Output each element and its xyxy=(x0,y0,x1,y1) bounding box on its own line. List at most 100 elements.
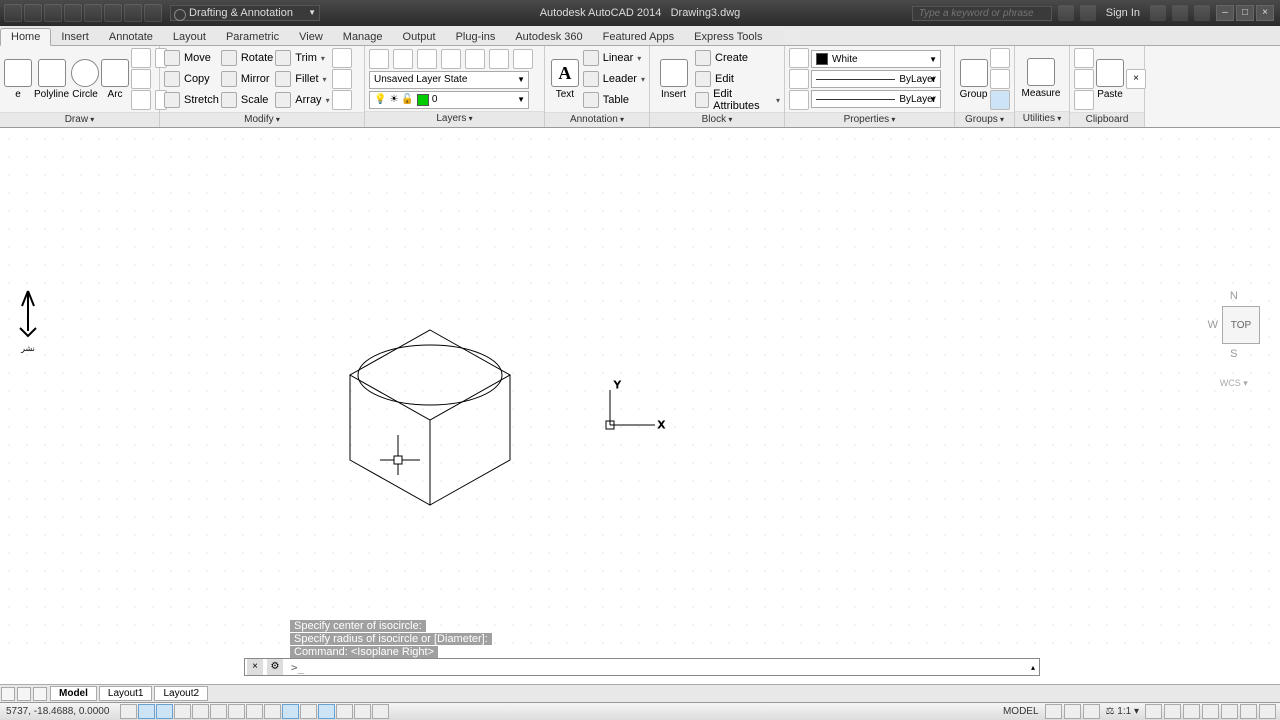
sb-lwt-icon[interactable] xyxy=(300,704,317,719)
app-menu-icon[interactable] xyxy=(4,4,22,22)
print-icon[interactable] xyxy=(104,4,122,22)
tab-model[interactable]: Model xyxy=(50,686,97,701)
sb-ducs-icon[interactable] xyxy=(264,704,281,719)
move-button[interactable]: Move xyxy=(164,48,219,68)
scale-label[interactable]: ⚖ 1:1 ▾ xyxy=(1102,706,1143,717)
create-button[interactable]: Create xyxy=(695,48,780,68)
linetype-dropdown[interactable]: ByLayer xyxy=(811,90,941,108)
erase-icon[interactable] xyxy=(332,48,352,68)
cmd-opts-icon[interactable]: ⚙ xyxy=(267,659,283,675)
tab-plugins[interactable]: Plug-ins xyxy=(446,29,506,45)
panel-title-block[interactable]: Block xyxy=(650,112,784,127)
viewcube[interactable]: N W TOP S WCS ▾ xyxy=(1208,290,1260,389)
command-bar[interactable]: × ⚙ >_ xyxy=(244,658,1040,676)
array-button[interactable]: Array▾ xyxy=(275,90,329,110)
tab-expresstools[interactable]: Express Tools xyxy=(684,29,772,45)
insert-button[interactable]: Insert xyxy=(654,49,693,109)
sb-sc-icon[interactable] xyxy=(354,704,371,719)
color-dropdown[interactable]: White xyxy=(811,50,941,68)
tab-output[interactable]: Output xyxy=(393,29,446,45)
sb-tpy-icon[interactable] xyxy=(318,704,335,719)
tab-autodesk360[interactable]: Autodesk 360 xyxy=(505,29,592,45)
lineweight-dropdown[interactable]: ByLayer xyxy=(811,70,941,88)
sb-ortho-icon[interactable] xyxy=(174,704,191,719)
layer-prop-icon[interactable] xyxy=(369,49,389,69)
close-button[interactable]: × xyxy=(1256,5,1274,21)
tab-home[interactable]: Home xyxy=(0,28,51,46)
layer-freeze-icon[interactable] xyxy=(417,49,437,69)
panel-title-utilities[interactable]: Utilities xyxy=(1015,111,1069,127)
sb-snap-icon[interactable] xyxy=(138,704,155,719)
layer-prev-icon[interactable] xyxy=(513,49,533,69)
lt-prev-icon[interactable] xyxy=(17,687,31,701)
stretch-button[interactable]: Stretch xyxy=(164,90,219,110)
panel-title-modify[interactable]: Modify xyxy=(160,112,364,127)
measure-button[interactable]: Measure xyxy=(1019,49,1063,109)
arc-button[interactable]: Arc xyxy=(101,49,129,109)
table-button[interactable]: Table xyxy=(583,90,645,110)
sb-am-icon[interactable] xyxy=(372,704,389,719)
paste-clip-icon[interactable] xyxy=(1074,90,1094,110)
undo-icon[interactable] xyxy=(124,4,142,22)
minimize-button[interactable]: – xyxy=(1216,5,1234,21)
sb-3dosnap-icon[interactable] xyxy=(228,704,245,719)
rotate-button[interactable]: Rotate xyxy=(221,48,273,68)
linear-button[interactable]: Linear▾ xyxy=(583,48,645,68)
edit-button[interactable]: Edit xyxy=(695,69,780,89)
panel-title-properties[interactable]: Properties xyxy=(785,112,954,127)
new-icon[interactable] xyxy=(24,4,42,22)
help-icon[interactable] xyxy=(1194,5,1210,21)
lt-next-icon[interactable] xyxy=(33,687,47,701)
user-icon[interactable] xyxy=(1080,5,1096,21)
prop-icon[interactable] xyxy=(789,90,809,110)
signin-link[interactable]: Sign In xyxy=(1102,7,1144,19)
sb-r5-icon[interactable] xyxy=(1221,704,1238,719)
stayconnected-icon[interactable] xyxy=(1172,5,1188,21)
copy-button[interactable]: Copy xyxy=(164,69,219,89)
search-input[interactable] xyxy=(912,6,1052,21)
viewcube-top[interactable]: TOP xyxy=(1222,306,1260,344)
layer-current-dropdown[interactable]: 💡 ☀ 🔓 0 xyxy=(369,91,529,109)
panel-title-draw[interactable]: Draw xyxy=(0,112,159,127)
tab-layout2[interactable]: Layout2 xyxy=(154,686,208,701)
viewcube-wcs[interactable]: WCS ▾ xyxy=(1208,378,1260,389)
panel-title-groups[interactable]: Groups xyxy=(955,112,1014,127)
paste-button[interactable]: Paste xyxy=(1096,49,1124,109)
list-icon[interactable] xyxy=(789,69,809,89)
leader-button[interactable]: Leader▾ xyxy=(583,69,645,89)
cut-icon[interactable] xyxy=(1074,48,1094,68)
trim-button[interactable]: Trim▾ xyxy=(275,48,329,68)
sb-r2-icon[interactable] xyxy=(1164,704,1181,719)
match-prop-icon[interactable] xyxy=(789,48,809,68)
workspace-dropdown[interactable]: Drafting & Annotation xyxy=(170,5,320,21)
ungroup-icon[interactable] xyxy=(990,48,1010,68)
tab-insert[interactable]: Insert xyxy=(51,29,99,45)
sb-tray-icon[interactable] xyxy=(1259,704,1276,719)
sb-r6-icon[interactable] xyxy=(1240,704,1257,719)
sb-qp-icon[interactable] xyxy=(336,704,353,719)
sb-infer-icon[interactable] xyxy=(120,704,137,719)
groupsel-icon[interactable] xyxy=(990,90,1010,110)
tab-featuredapps[interactable]: Featured Apps xyxy=(593,29,685,45)
sb-otrack-icon[interactable] xyxy=(246,704,263,719)
layer-match-icon[interactable] xyxy=(489,49,509,69)
panel-title-layers[interactable]: Layers xyxy=(365,111,544,127)
group-button[interactable]: Group xyxy=(959,49,988,109)
tab-parametric[interactable]: Parametric xyxy=(216,29,289,45)
layer-iso-icon[interactable] xyxy=(465,49,485,69)
tab-view[interactable]: View xyxy=(289,29,333,45)
explode-icon[interactable] xyxy=(332,69,352,89)
groupedit-icon[interactable] xyxy=(990,69,1010,89)
cmd-close-icon[interactable]: × xyxy=(247,659,263,675)
text-button[interactable]: AText xyxy=(549,49,581,109)
ribbon-extras-icon[interactable] xyxy=(784,29,800,45)
tab-annotate[interactable]: Annotate xyxy=(99,29,163,45)
circle-button[interactable]: Circle xyxy=(71,49,99,109)
copy-clip-icon[interactable] xyxy=(1074,69,1094,89)
editattr-button[interactable]: Edit Attributes▾ xyxy=(695,90,780,110)
tab-layout[interactable]: Layout xyxy=(163,29,216,45)
offset-icon[interactable] xyxy=(332,90,352,110)
hatch-icon[interactable] xyxy=(131,90,151,110)
search-icon[interactable] xyxy=(1058,5,1074,21)
polyline-button[interactable]: Polyline xyxy=(34,49,69,109)
